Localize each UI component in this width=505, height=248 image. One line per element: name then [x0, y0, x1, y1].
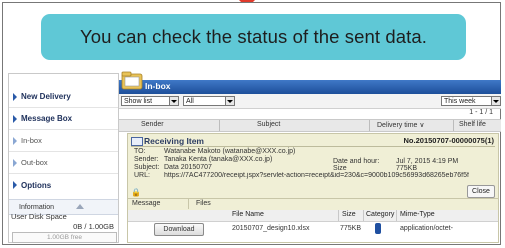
size-value: 775KB: [396, 165, 418, 172]
sender-label: Sender:: [134, 156, 159, 163]
file-mime-type: application/octet-: [400, 225, 453, 232]
sidebar-item-label: Out-box: [21, 158, 48, 167]
arrow-right-icon: [13, 181, 17, 189]
tab-message[interactable]: Message: [132, 200, 160, 207]
filter-row: Show list All This week: [119, 94, 501, 109]
sidebar-item-label: In-box: [21, 136, 42, 145]
disk-free-bar: 1.00GB free: [12, 232, 117, 243]
mail-icon: [131, 137, 143, 146]
chevron-down-icon: [491, 97, 500, 105]
disk-space-label: User Disk Space: [11, 212, 67, 221]
inbox-title: In-box: [145, 81, 171, 91]
subject-label: Subject:: [134, 164, 160, 171]
lock-icon: 🔒: [131, 188, 141, 197]
download-button[interactable]: Download: [154, 223, 204, 236]
main-panel: In-box Show list All This week 1 - 1 / 1…: [119, 71, 501, 245]
arrow-right-icon: [13, 159, 17, 167]
disk-space-value: 0B / 1.00GB: [73, 222, 114, 231]
page-count: 1 - 1 / 1: [469, 109, 493, 116]
column-shelf-life[interactable]: Shelf life: [459, 121, 486, 128]
receiving-item-title: Receiving Item: [144, 136, 204, 146]
folder-icon: [121, 71, 143, 90]
to-value: Watanabe Makoto (watanabe@XXX.co.jp): [164, 148, 296, 155]
column-sender[interactable]: Sender: [141, 121, 164, 128]
url-label: URL:: [134, 172, 150, 179]
file-size: 775KB: [340, 225, 362, 232]
sidebar-item-inbox[interactable]: In-box: [9, 130, 118, 152]
banner-text: You can check the status of the sent dat…: [79, 26, 428, 47]
arrow-right-icon: [13, 93, 17, 101]
filter-select[interactable]: All: [183, 96, 235, 106]
column-subject[interactable]: Subject: [257, 121, 280, 128]
period-value: This week: [444, 98, 476, 105]
arrow-right-icon: [13, 115, 17, 123]
divider: [131, 146, 495, 147]
show-list-label: Show list: [124, 98, 153, 105]
subject-value: Data 20150707: [164, 164, 212, 171]
sidebar-item-new-delivery[interactable]: New Delivery: [9, 86, 118, 108]
detail-tabs: Message Files: [128, 198, 498, 209]
page-count-row: 1 - 1 / 1: [119, 108, 501, 118]
column-file-name: File Name: [232, 211, 264, 218]
sidebar-item-label: Options: [21, 180, 52, 190]
caret-up-icon: [76, 204, 84, 209]
files-table-header: File Name Size Category Mime-Type: [128, 210, 498, 222]
sidebar-item-label: Message Box: [21, 114, 73, 123]
date-value: Jul 7, 2015 4:19 PM: [396, 158, 459, 165]
files-table: File Name Size Category Mime-Type Downlo…: [128, 210, 498, 242]
url-value[interactable]: https://7AC477200/receipt.jspx?servlet-a…: [164, 172, 494, 179]
list-header: Sender Subject Delivery time ∨ Shelf lif…: [119, 119, 501, 132]
sidebar: New Delivery Message Box In-box Out-box …: [8, 73, 119, 243]
show-list-select[interactable]: Show list: [121, 96, 179, 106]
file-name: 20150707_design10.xlsx: [232, 225, 310, 232]
sidebar-item-outbox[interactable]: Out-box: [9, 152, 118, 174]
table-row: Download 20150707_design10.xlsx 775KB ap…: [128, 222, 498, 236]
sidebar-item-options[interactable]: Options: [9, 174, 118, 196]
arrow-right-icon: [13, 137, 17, 145]
size-label: Size: [333, 165, 347, 172]
filter-value: All: [186, 98, 194, 105]
period-select[interactable]: This week: [441, 96, 501, 106]
to-label: TO:: [134, 148, 146, 155]
sidebar-item-message-box[interactable]: Message Box: [9, 108, 118, 130]
information-label: Information: [19, 203, 55, 211]
inbox-header-bar: [119, 80, 501, 94]
receiving-item-panel: Receiving Item No.20150707-00000075(1) T…: [127, 133, 499, 243]
chevron-down-icon: [225, 97, 234, 105]
column-size: Size: [342, 211, 356, 218]
file-category-icon: [375, 223, 381, 234]
sender-value: Tanaka Kenta (tanaka@XXX.co.jp): [164, 156, 273, 163]
date-label: Date and hour:: [333, 158, 380, 165]
close-button[interactable]: Close: [467, 185, 495, 198]
item-number: No.20150707-00000075(1): [403, 136, 494, 145]
chevron-down-icon: [169, 97, 178, 105]
sidebar-item-label: New Delivery: [21, 92, 71, 101]
tab-files[interactable]: Files: [196, 200, 211, 207]
info-banner: You can check the status of the sent dat…: [41, 14, 466, 60]
column-delivery-time[interactable]: Delivery time ∨: [377, 121, 425, 129]
column-mime-type: Mime-Type: [400, 211, 435, 218]
column-category: Category: [366, 211, 395, 218]
